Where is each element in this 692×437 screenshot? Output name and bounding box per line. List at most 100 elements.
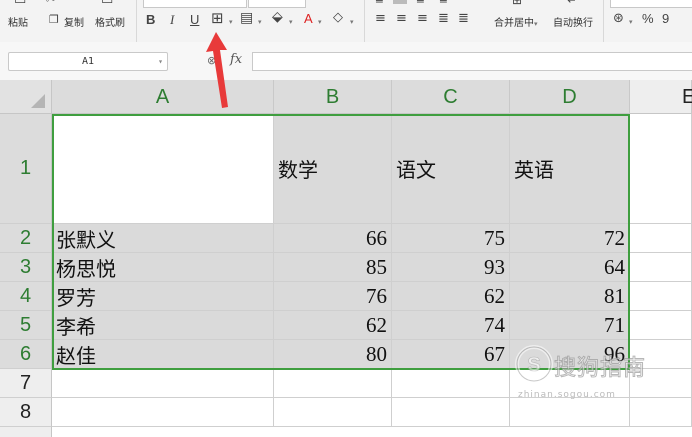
row-header-4[interactable]: 4 [0,282,52,311]
align-right-icon[interactable]: ≡ [417,12,428,25]
percent-button[interactable]: % [642,12,654,25]
row-header-2[interactable]: 2 [0,224,52,253]
cell-c8[interactable] [392,398,510,427]
cell-c5[interactable]: 74 [392,311,510,340]
cell-c1[interactable]: 语文 [392,114,510,224]
format-painter-icon[interactable]: ▭ [101,0,113,7]
wrap-text-button[interactable]: 自动换行 [553,14,593,29]
cell-e3[interactable] [630,253,692,282]
column-header-d[interactable]: D [510,80,630,114]
cell-d5[interactable]: 71 [510,311,630,340]
cell-a8[interactable] [52,398,274,427]
row-header-7[interactable]: 7 [0,369,52,398]
cell-c4[interactable]: 62 [392,282,510,311]
cell-c7[interactable] [392,369,510,398]
column-header-b[interactable]: B [274,80,392,114]
cell-d3[interactable]: 64 [510,253,630,282]
merge-center-dropdown-icon[interactable]: ▾ [534,20,538,28]
cell-d4[interactable]: 81 [510,282,630,311]
cell-b1[interactable]: 数学 [274,114,392,224]
bold-button[interactable]: B [146,13,155,26]
ribbon-divider [364,0,365,42]
paste-button[interactable]: 粘贴 [8,14,28,29]
cell-e5[interactable] [630,311,692,340]
cell-a5[interactable]: 李希 [52,311,274,340]
cell-a3[interactable]: 杨思悦 [52,253,274,282]
row-header-3[interactable]: 3 [0,253,52,282]
merge-center-label: 合并居中 [494,18,534,29]
cell-b5[interactable]: 62 [274,311,392,340]
row-header-8[interactable]: 8 [0,398,52,427]
currency-icon[interactable]: ⊛ [613,12,624,25]
copy-icon[interactable]: ❐ [49,13,59,26]
align-top-icon[interactable]: ═ [376,0,383,8]
font-size-select[interactable] [248,0,306,8]
number-format-select[interactable] [610,0,692,8]
column-header-c[interactable]: C [392,80,510,114]
font-name-select[interactable] [143,0,247,8]
column-header-e[interactable]: E [630,80,692,114]
select-all-button[interactable] [0,80,52,114]
cell-e1[interactable] [630,114,692,224]
distributed-icon[interactable]: ≣ [458,12,469,25]
cell-d1[interactable]: 英语 [510,114,630,224]
row-header-9[interactable] [0,427,52,437]
fill-color-dropdown-icon[interactable]: ▾ [289,16,293,29]
copy-button[interactable]: 复制 [64,14,84,29]
cell-b4[interactable]: 76 [274,282,392,311]
formula-input[interactable] [252,52,692,71]
cell-d8[interactable] [510,398,630,427]
name-box-value: A1 [81,56,95,67]
cell-a6[interactable]: 赵佳 [52,340,274,369]
cell-b7[interactable] [274,369,392,398]
align-center-icon[interactable]: ≡ [396,12,407,25]
merge-center-icon[interactable]: ⊞ [512,0,522,7]
row-header-1[interactable]: 1 [0,114,52,224]
clear-format-dropdown-icon[interactable]: ▾ [350,16,354,29]
cell-b2[interactable]: 66 [274,224,392,253]
font-color-dropdown-icon[interactable]: ▾ [318,16,322,29]
cell-a7[interactable] [52,369,274,398]
clear-format-icon[interactable]: ◇ [333,11,343,24]
italic-button[interactable]: I [170,13,174,26]
annotation-arrow-icon [206,32,228,108]
justify-icon[interactable]: ≣ [438,12,449,25]
cell-d2[interactable]: 72 [510,224,630,253]
currency-dropdown-icon[interactable]: ▾ [629,16,633,29]
row-header-6[interactable]: 6 [0,340,52,369]
cell-a1[interactable] [52,114,274,224]
name-box[interactable]: A1 ▾ [8,52,168,71]
row-header-5[interactable]: 5 [0,311,52,340]
cell-b6[interactable]: 80 [274,340,392,369]
font-color-icon[interactable]: A [304,12,313,25]
format-painter-button[interactable]: 格式刷 [95,14,125,29]
column-header-a[interactable]: A [52,80,274,114]
cell-c3[interactable]: 93 [392,253,510,282]
align-middle-icon[interactable] [393,0,407,4]
watermark-brand: 搜狗指南 [553,356,647,382]
orientation-icon[interactable]: ═ [440,0,447,8]
align-left-icon[interactable]: ≡ [375,12,386,25]
wrap-text-icon[interactable]: ↵ [567,0,577,7]
cell-e8[interactable] [630,398,692,427]
cell-a4[interactable]: 罗芳 [52,282,274,311]
align-bottom-icon[interactable]: ═ [417,0,424,8]
border-dropdown-icon[interactable]: ▾ [229,16,233,29]
merge-center-button[interactable]: 合并居中▾ [494,14,538,29]
name-box-dropdown-icon[interactable]: ▾ [158,53,163,70]
cell-c2[interactable]: 75 [392,224,510,253]
fill-pattern-icon[interactable]: ▤ [240,11,253,25]
cell-e2[interactable] [630,224,692,253]
fill-color-icon[interactable]: ⬙ [272,10,283,24]
cell-e4[interactable] [630,282,692,311]
cell-c6[interactable]: 67 [392,340,510,369]
fill-pattern-dropdown-icon[interactable]: ▾ [258,16,262,29]
border-icon[interactable]: ⊞ [211,11,224,26]
cell-b8[interactable] [274,398,392,427]
comma-style-button[interactable]: 9 [662,12,669,25]
underline-button[interactable]: U [190,13,199,26]
cell-b3[interactable]: 85 [274,253,392,282]
cell-a2[interactable]: 张默义 [52,224,274,253]
cut-icon[interactable]: ✂ [46,0,55,6]
paste-icon[interactable]: ▭ [14,0,26,7]
